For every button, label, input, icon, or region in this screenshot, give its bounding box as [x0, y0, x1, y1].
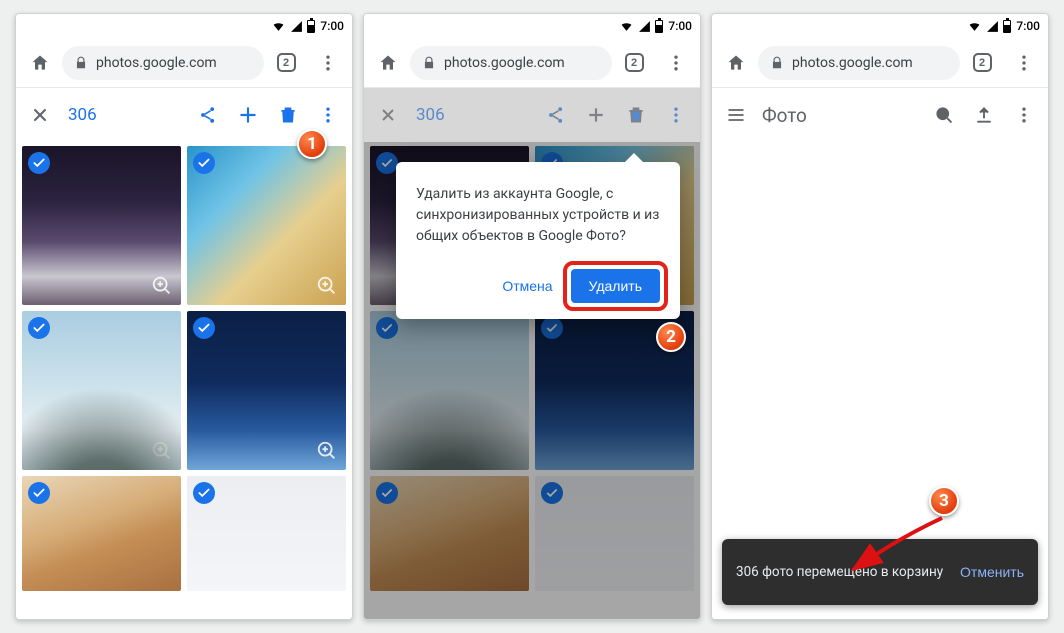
photo-grid [16, 142, 352, 595]
url-text: photos.google.com [792, 55, 913, 71]
selected-check-icon [28, 482, 50, 504]
status-bar: 7:00 [712, 14, 1048, 38]
browser-chrome: photos.google.com 2 [712, 38, 1048, 88]
deselect-button [368, 95, 408, 135]
photo-thumbnail[interactable] [187, 476, 346, 591]
selected-check-icon [28, 317, 50, 339]
battery-icon [307, 20, 315, 33]
app-title: Фото [762, 104, 807, 127]
selected-check-icon [28, 152, 50, 174]
browser-chrome: photos.google.com 2 [16, 38, 352, 88]
more-button[interactable] [1004, 95, 1044, 135]
share-button[interactable] [188, 95, 228, 135]
snackbar: 306 фото перемещено в корзину Отменить [722, 539, 1038, 605]
phone-1-select-and-trash: 7:00 photos.google.com 2 306 [15, 13, 353, 620]
url-bar[interactable]: photos.google.com [758, 46, 960, 80]
signal-icon [985, 20, 1000, 33]
status-time: 7:00 [668, 19, 692, 33]
selection-count: 306 [416, 105, 445, 125]
trash-button[interactable] [268, 95, 308, 135]
lock-icon [74, 56, 88, 70]
snackbar-message: 306 фото перемещено в корзину [736, 563, 960, 581]
status-time: 7:00 [1016, 19, 1040, 33]
signal-icon [637, 20, 652, 33]
status-bar: 7:00 [364, 14, 700, 38]
add-to-button[interactable] [228, 95, 268, 135]
upload-button[interactable] [964, 95, 1004, 135]
lock-icon [770, 56, 784, 70]
photo-thumbnail[interactable] [22, 311, 181, 470]
selected-check-icon [193, 152, 215, 174]
url-text: photos.google.com [96, 55, 217, 71]
dialog-message: Удалить из аккаунта Google, с синхронизи… [416, 184, 660, 247]
browser-menu-button[interactable] [308, 43, 348, 83]
browser-chrome: photos.google.com 2 [364, 38, 700, 88]
status-bar: 7:00 [16, 14, 352, 38]
zoom-icon[interactable] [151, 440, 173, 462]
selection-count: 306 [68, 105, 97, 125]
callout-marker-1: 1 [297, 129, 327, 159]
callout-marker-2: 2 [656, 322, 686, 352]
zoom-icon[interactable] [316, 275, 338, 297]
signal-icon [289, 20, 304, 33]
zoom-icon[interactable] [316, 440, 338, 462]
zoom-icon[interactable] [151, 275, 173, 297]
more-button [656, 95, 696, 135]
browser-menu-button[interactable] [1004, 43, 1044, 83]
lock-icon [422, 56, 436, 70]
menu-button[interactable] [716, 95, 756, 135]
photo-thumbnail[interactable] [22, 146, 181, 305]
browser-menu-button[interactable] [656, 43, 696, 83]
url-bar[interactable]: photos.google.com [410, 46, 612, 80]
wifi-icon [967, 20, 982, 33]
selection-action-bar-dimmed: 306 [364, 88, 700, 142]
snackbar-undo-button[interactable]: Отменить [960, 564, 1024, 580]
tabs-button[interactable]: 2 [266, 43, 306, 83]
photo-thumbnail[interactable] [187, 146, 346, 305]
delete-confirm-dialog: Удалить из аккаунта Google, с синхронизи… [396, 162, 680, 319]
url-text: photos.google.com [444, 55, 565, 71]
selected-check-icon [193, 317, 215, 339]
url-bar[interactable]: photos.google.com [62, 46, 264, 80]
phone-3-toast: 7:00 photos.google.com 2 Фото 306 фото п… [711, 13, 1049, 620]
photos-main-bar: Фото [712, 88, 1048, 142]
tabs-button[interactable]: 2 [962, 43, 1002, 83]
phone-2-confirm-dialog: 7:00 photos.google.com 2 306 Удалить из … [363, 13, 701, 620]
trash-button [616, 95, 656, 135]
battery-icon [655, 20, 663, 33]
battery-icon [1003, 20, 1011, 33]
photo-thumbnail[interactable] [22, 476, 181, 591]
share-button [536, 95, 576, 135]
tabs-button[interactable]: 2 [614, 43, 654, 83]
dialog-cancel-button[interactable]: Отмена [492, 270, 562, 302]
search-button[interactable] [924, 95, 964, 135]
callout-marker-3: 3 [929, 486, 959, 516]
browser-home-button[interactable] [716, 43, 756, 83]
deselect-button[interactable] [20, 95, 60, 135]
browser-home-button[interactable] [368, 43, 408, 83]
selected-check-icon [193, 482, 215, 504]
status-time: 7:00 [320, 19, 344, 33]
browser-home-button[interactable] [20, 43, 60, 83]
wifi-icon [271, 20, 286, 33]
photo-thumbnail[interactable] [187, 311, 346, 470]
dialog-confirm-button[interactable]: Удалить [571, 269, 660, 303]
wifi-icon [619, 20, 634, 33]
add-to-button [576, 95, 616, 135]
